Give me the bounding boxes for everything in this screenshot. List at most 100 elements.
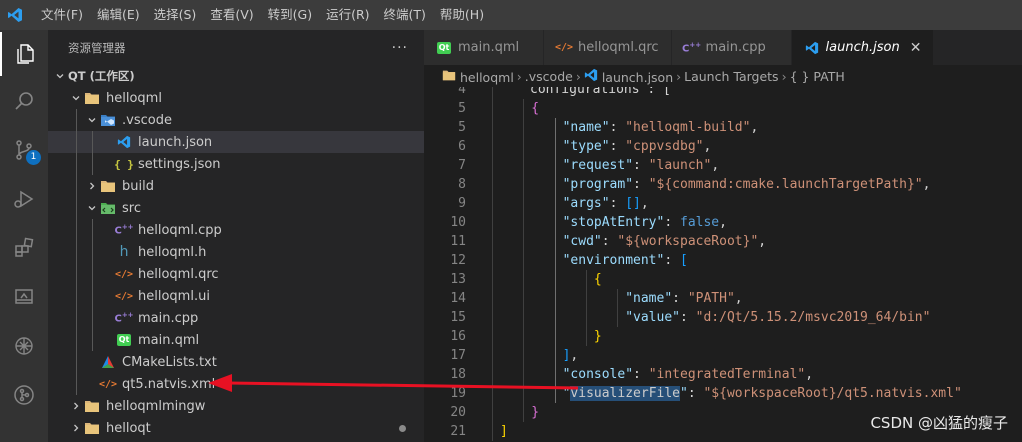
code-line[interactable]: 5 "name": "helloqml-build", [424, 118, 1022, 137]
code-editor[interactable]: 4 configurations": [5{5 "name": "helloqml-… [424, 87, 1022, 442]
code-token: false [680, 215, 720, 230]
line-number: 10 [450, 215, 466, 230]
editor-tab[interactable]: launch.json ✕ [791, 30, 935, 65]
remote-explorer-icon[interactable] [0, 275, 48, 319]
code-line[interactable]: 9 "args": [], [424, 194, 1022, 213]
line-number: 20 [450, 405, 466, 420]
run-debug-icon[interactable] [0, 177, 48, 221]
indent-guide [523, 327, 525, 346]
code-line[interactable]: 12 "environment": [ [424, 251, 1022, 270]
code-token: "launch" [648, 158, 712, 173]
src-folder-icon [100, 200, 116, 216]
menu-item[interactable]: 转到(G) [261, 0, 319, 30]
menu-item[interactable]: 运行(R) [319, 0, 376, 30]
explorer-title: 资源管理器 [68, 40, 126, 55]
code-line[interactable]: 17], [424, 346, 1022, 365]
tree-item-label: build [122, 178, 154, 194]
tree-item[interactable]: helloqml [48, 87, 424, 109]
indent-guide [523, 99, 525, 118]
tree-item[interactable]: helloqt [48, 417, 424, 439]
tree-item[interactable]: C++ helloqml.cpp [48, 219, 424, 241]
tree-item[interactable]: src [48, 197, 424, 219]
menu-item[interactable]: 终端(T) [377, 0, 433, 30]
openai-icon[interactable] [0, 324, 48, 368]
menu-item[interactable]: 文件(F) [34, 0, 90, 30]
indent-guide [523, 289, 525, 308]
workspace-root[interactable]: QT (工作区) [48, 65, 424, 87]
tree-item[interactable]: </> helloqml.ui [48, 285, 424, 307]
extensions-icon[interactable] [0, 226, 48, 270]
code-line[interactable]: 14 "name": "PATH", [424, 289, 1022, 308]
xml-icon: </> [98, 378, 118, 390]
code-line[interactable]: 18 "console": "integratedTerminal", [424, 365, 1022, 384]
breadcrumb-item[interactable]: launch.json [584, 68, 673, 85]
menu-item[interactable]: 编辑(E) [90, 0, 147, 30]
line-number: 11 [450, 234, 466, 249]
code-line[interactable]: 19 "visualizerFile": "${workspaceRoot}/qt… [424, 384, 1022, 403]
gitlens-icon[interactable] [0, 373, 48, 417]
breadcrumb-item[interactable]: helloqml [442, 68, 514, 85]
tree-item[interactable]: build [48, 175, 424, 197]
code-token: , [734, 291, 743, 306]
code-line[interactable]: 15 "value": "d:/Qt/5.15.2/msvc2019_64/bin… [424, 308, 1022, 327]
code-token: { [593, 272, 602, 287]
code-token: , [922, 177, 931, 192]
tree-item[interactable]: { } settings.json [48, 153, 424, 175]
cpp-icon: C++ [114, 223, 134, 237]
code-line[interactable]: 5{ [424, 99, 1022, 118]
source-control-icon[interactable]: 1 [0, 128, 48, 172]
tree-item[interactable]: h helloqml.h [48, 241, 424, 263]
indent-guide [492, 365, 493, 384]
tree-item-label: main.cpp [138, 310, 199, 326]
code-line[interactable]: 7 "request": "launch", [424, 156, 1022, 175]
code-token: "${command:cmake.launchTargetPath}" [648, 177, 923, 192]
tree-item[interactable]: C++ main.cpp [48, 307, 424, 329]
indent-guide [523, 365, 525, 384]
chevron-right-icon: › [575, 68, 581, 84]
explorer-icon[interactable] [0, 32, 48, 76]
tree-item[interactable]: CMakeLists.txt [48, 351, 424, 373]
tab-label: launch.json [825, 40, 900, 55]
code-line[interactable]: 6 "type": "cppvsdbg", [424, 137, 1022, 156]
menu-item[interactable]: 查看(V) [203, 0, 260, 30]
code-line[interactable]: 11 "cwd": "${workspaceRoot}", [424, 232, 1022, 251]
h-icon: h [119, 244, 129, 260]
chevron-right-icon: › [676, 68, 682, 84]
editor-tab[interactable]: C++ main.cpp [671, 30, 792, 65]
breadcrumb-item[interactable]: Launch Targets [684, 69, 778, 84]
breadcrumb-item[interactable]: .vscode [525, 69, 573, 84]
editor-tabs: Qt main.qml </> helloqml.qrc C++ main.cpp laun… [424, 30, 1022, 65]
code-line[interactable]: 16} [424, 327, 1022, 346]
vscode-folder-icon [100, 112, 116, 128]
code-token: "${workspaceRoot}/qt5.natvis.xml" [703, 386, 962, 401]
breadcrumb-item[interactable]: { } PATH [790, 69, 845, 84]
tree-item[interactable]: .vscode [48, 109, 424, 131]
indent-guide [617, 289, 619, 308]
indent-guide [492, 232, 493, 251]
chevron-right-icon: › [781, 68, 787, 84]
code-text: configurations": [ [530, 87, 671, 99]
more-actions-icon[interactable]: ··· [392, 40, 408, 56]
indent-guide [523, 403, 525, 422]
code-line[interactable]: 10 "stopAtEntry": false, [424, 213, 1022, 232]
tree-item[interactable]: helloqmlmingw [48, 395, 424, 417]
tree-item-label: helloqml.h [138, 244, 207, 260]
code-line[interactable]: 8 "program": "${command:cmake.launchTarge… [424, 175, 1022, 194]
tree-item[interactable]: </> qt5.natvis.xml [48, 373, 424, 395]
close-icon[interactable]: ✕ [910, 40, 922, 56]
menu-item[interactable]: 选择(S) [147, 0, 204, 30]
code-line[interactable]: 4 configurations": [ [424, 87, 1022, 99]
editor-tab[interactable]: </> helloqml.qrc [544, 30, 672, 65]
tree-item[interactable]: launch.json [48, 131, 424, 153]
tree-item-label: settings.json [138, 156, 221, 172]
tree-item[interactable]: Qt main.qml [48, 329, 424, 351]
editor-tab[interactable]: Qt main.qml [424, 30, 544, 65]
search-icon[interactable] [0, 79, 48, 123]
code-line[interactable]: 13 { [424, 270, 1022, 289]
tree-item[interactable]: </> helloqml.qrc [48, 263, 424, 285]
code-token: : [672, 291, 688, 306]
indent-guide [492, 156, 493, 175]
menu-item[interactable]: 帮助(H) [433, 0, 491, 30]
code-text: "name": "PATH", [625, 289, 742, 308]
breadcrumb-label: helloqml [460, 69, 514, 85]
